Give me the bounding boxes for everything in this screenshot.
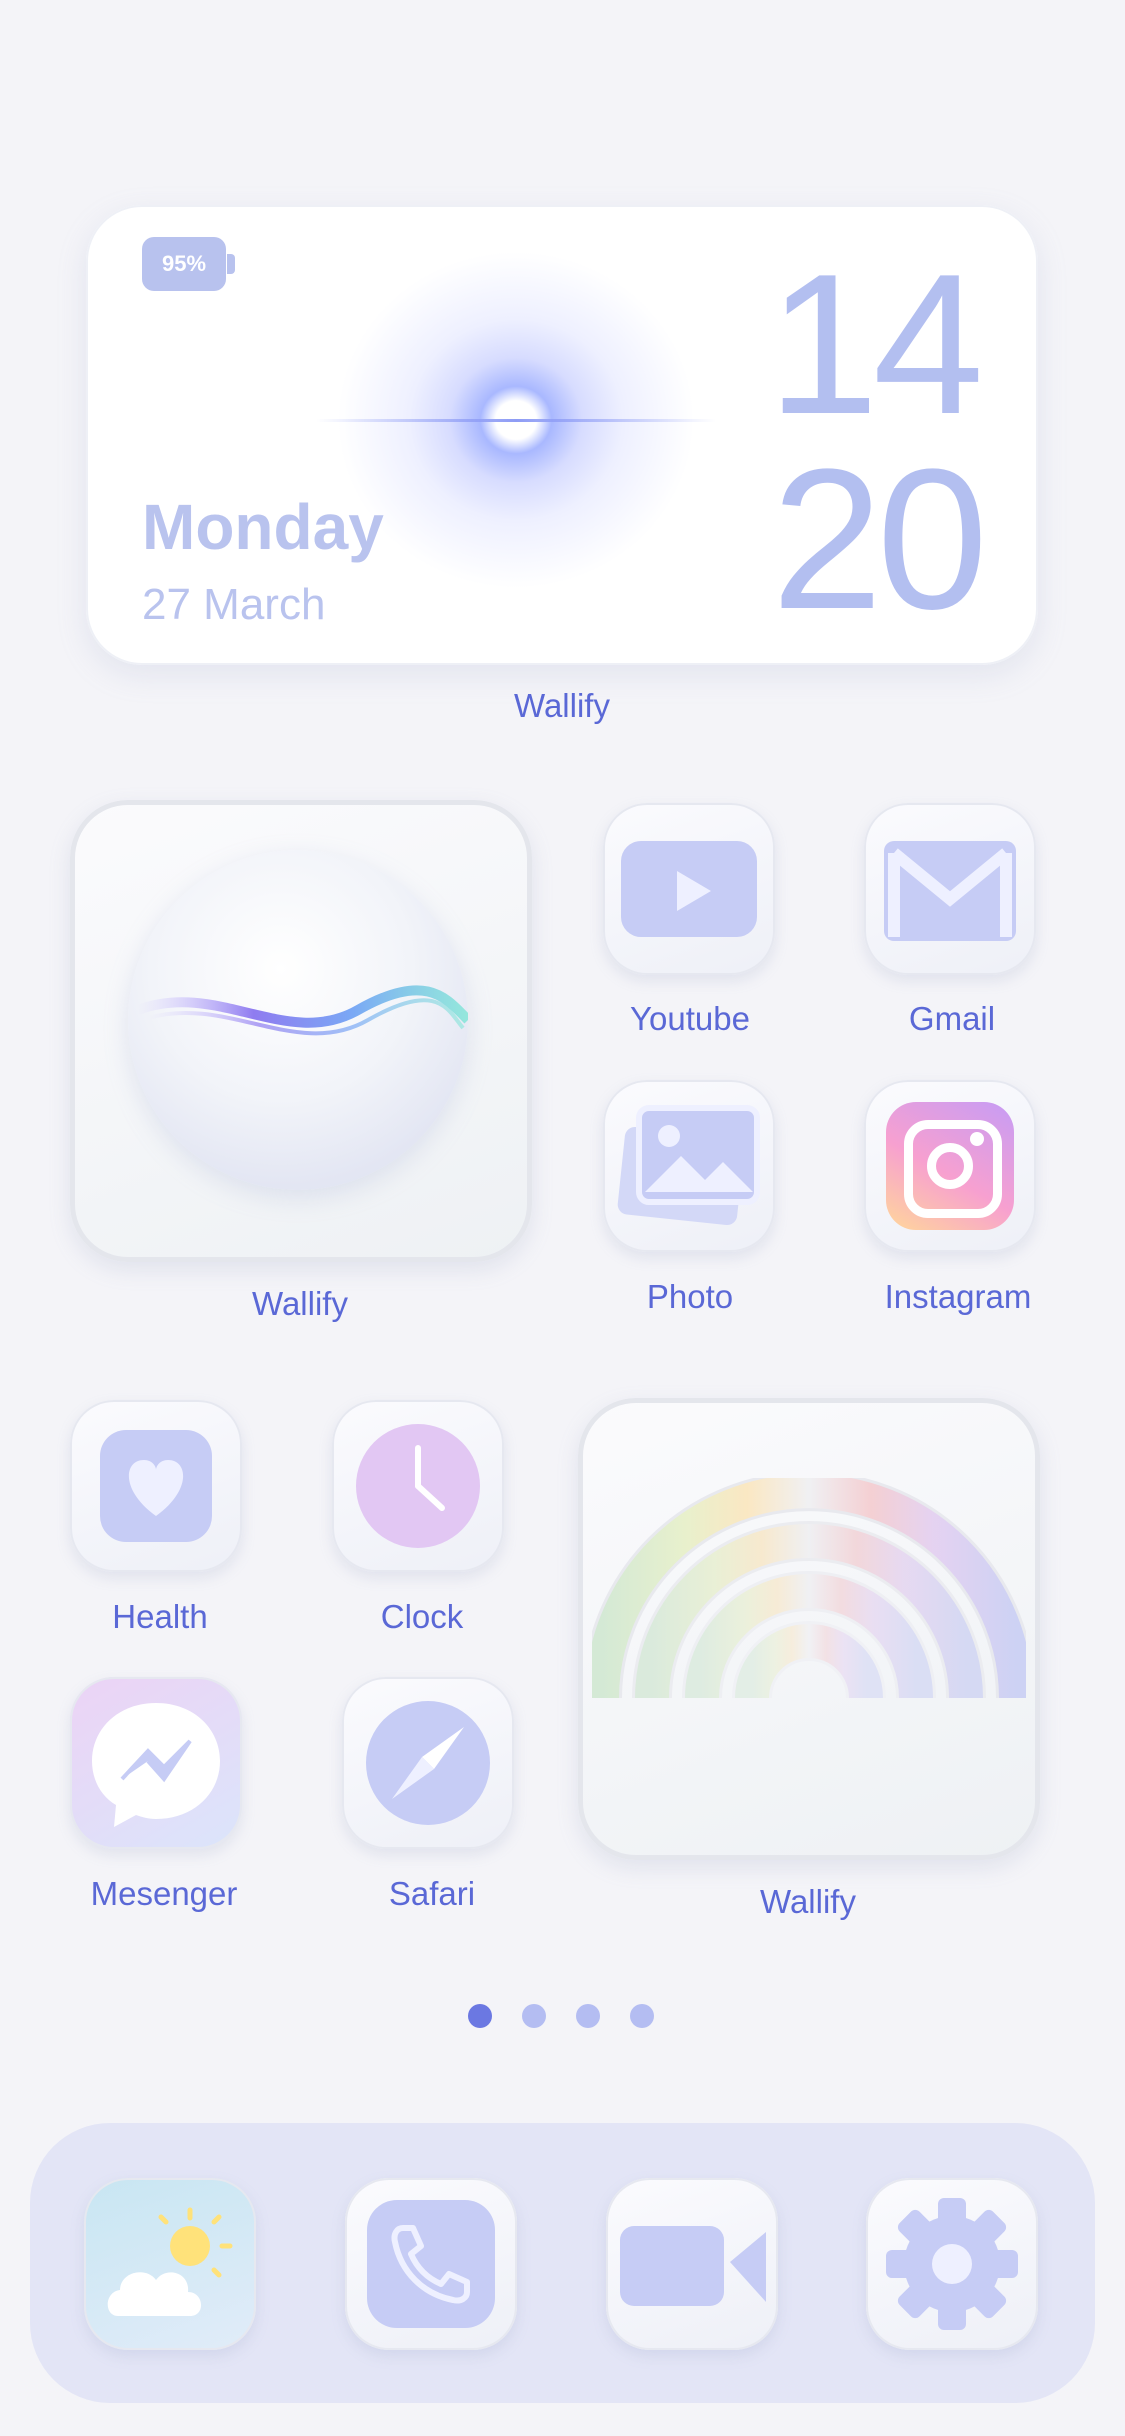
messenger-icon	[92, 1703, 220, 1827]
instagram-label: Instagram	[884, 1278, 1032, 1315]
lens-flare-line	[316, 419, 716, 422]
photo-label: Photo	[646, 1278, 734, 1315]
page-dot-2[interactable]	[522, 2004, 546, 2028]
instagram-icon	[886, 1102, 1014, 1230]
date-text: 27 March	[142, 580, 326, 629]
sphere-artwork	[128, 850, 468, 1190]
page-dot-1[interactable]	[468, 2004, 492, 2028]
clock-label: Clock	[380, 1598, 464, 1635]
phone-icon	[367, 2200, 495, 2328]
safari-label: Safari	[388, 1875, 476, 1912]
messenger-label: Mesenger	[90, 1875, 238, 1912]
gear-icon	[886, 2198, 1018, 2330]
page-dot-3[interactable]	[576, 2004, 600, 2028]
clock-date-widget[interactable]: 95% Monday 27 March 14 20	[86, 205, 1038, 665]
settings-app-icon[interactable]	[866, 2178, 1038, 2350]
safari-app-icon[interactable]	[342, 1677, 514, 1849]
rainbow-widget-label: Wallify	[760, 1883, 856, 1920]
mail-icon	[884, 841, 1016, 941]
hour-text: 14	[767, 233, 984, 456]
sphere-widget[interactable]	[70, 800, 532, 1262]
battery-badge: 95%	[142, 237, 235, 291]
compass-icon	[366, 1701, 490, 1825]
weekday-text: Monday	[142, 491, 384, 563]
photo-app-icon[interactable]	[603, 1080, 775, 1252]
video-camera-icon	[620, 2226, 766, 2306]
health-label: Health	[112, 1598, 208, 1635]
gmail-label: Gmail	[908, 1000, 996, 1037]
clock-icon	[356, 1424, 480, 1548]
weather-app-icon[interactable]	[84, 2178, 256, 2350]
youtube-label: Youtube	[630, 1000, 750, 1037]
youtube-app-icon[interactable]	[603, 803, 775, 975]
page-dot-4[interactable]	[630, 2004, 654, 2028]
health-app-icon[interactable]	[70, 1400, 242, 1572]
rainbow-widget[interactable]	[578, 1398, 1040, 1860]
weather-icon	[107, 2207, 233, 2316]
youtube-icon	[621, 841, 757, 937]
photo-icon	[617, 1105, 760, 1226]
top-widget-label: Wallify	[514, 687, 610, 724]
wave-stripe-icon	[136, 985, 468, 1036]
instagram-app-icon[interactable]	[864, 1080, 1036, 1252]
clock-app-icon[interactable]	[332, 1400, 504, 1572]
facetime-app-icon[interactable]	[606, 2178, 778, 2350]
minute-text: 20	[771, 428, 988, 651]
phone-app-icon[interactable]	[345, 2178, 517, 2350]
messenger-app-icon[interactable]	[70, 1677, 242, 1849]
rainbow-artwork	[592, 1478, 1026, 1699]
heart-icon	[100, 1430, 212, 1542]
gmail-app-icon[interactable]	[864, 803, 1036, 975]
sphere-widget-label: Wallify	[252, 1285, 348, 1322]
